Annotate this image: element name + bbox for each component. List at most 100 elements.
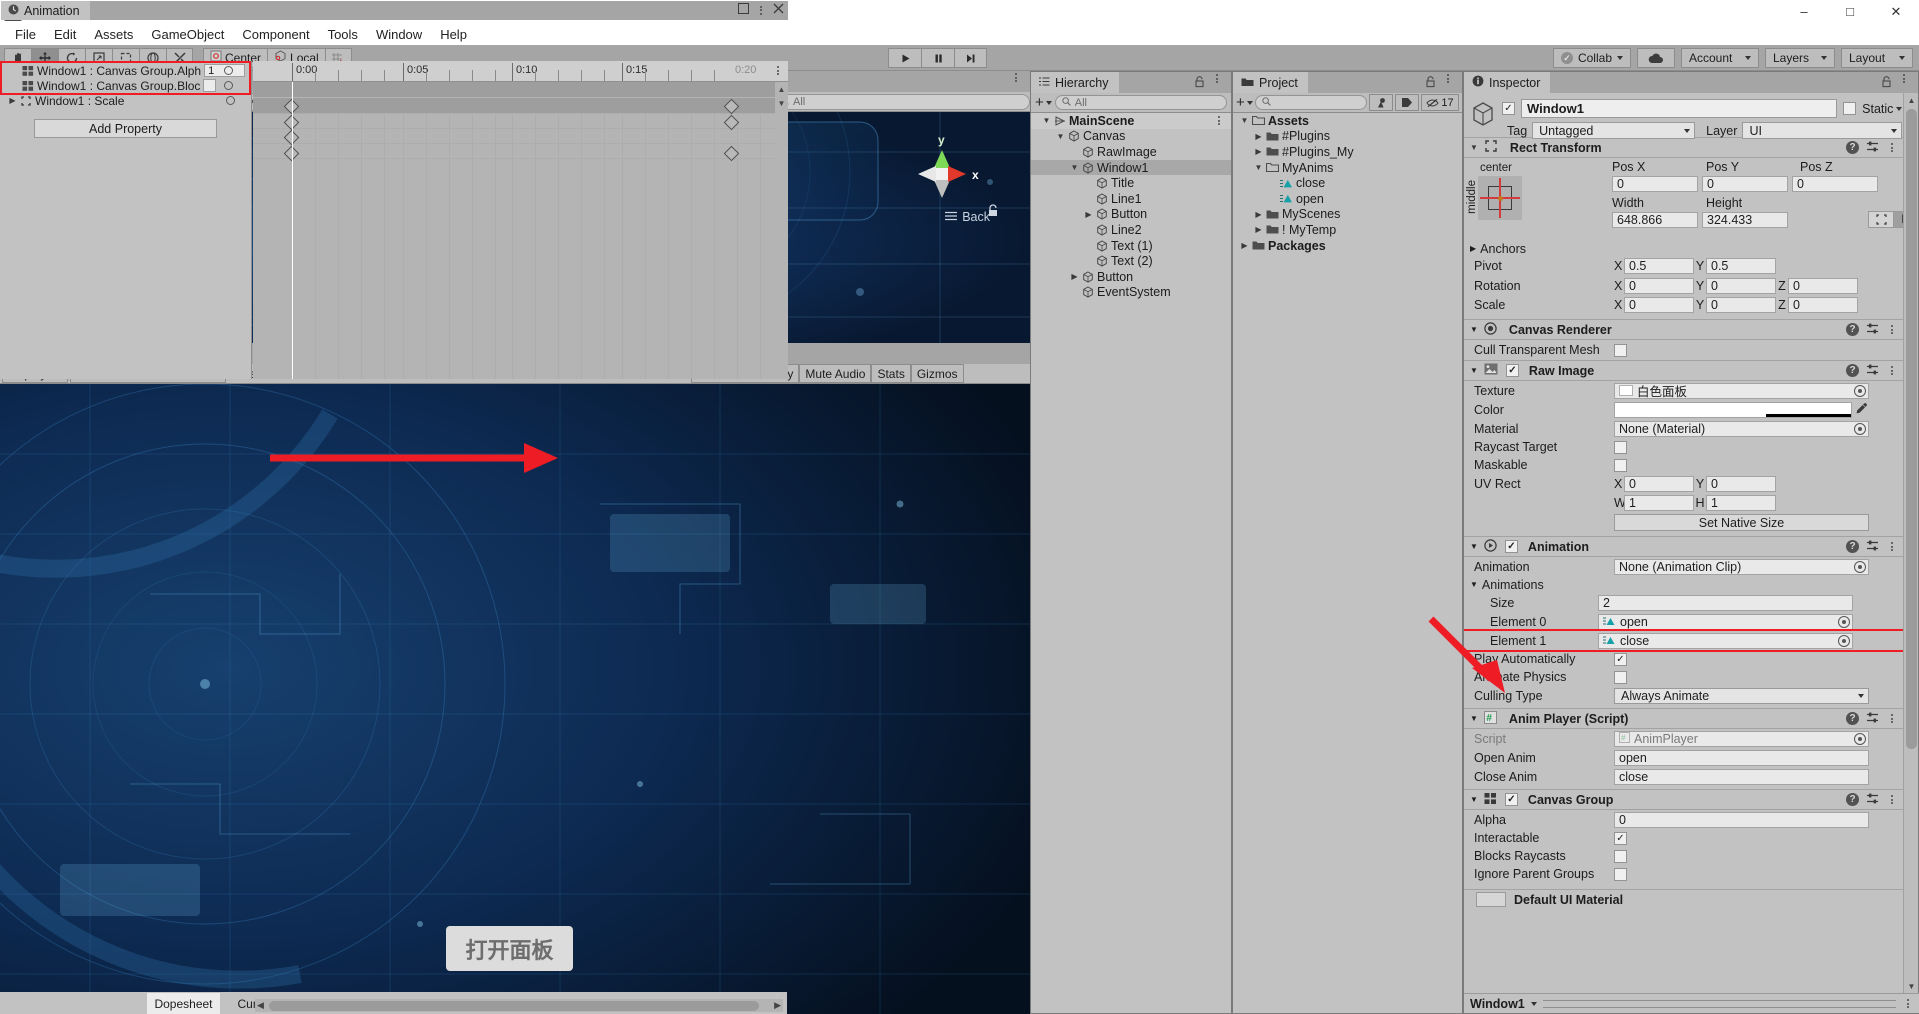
hierarchy-lock-icon[interactable] (1194, 76, 1205, 91)
culling-type-dropdown[interactable]: Always Animate (1614, 687, 1869, 704)
maximize-button[interactable]: □ (1827, 0, 1873, 23)
scene-search-input[interactable]: All (773, 93, 1030, 110)
foldout-arrow-icon[interactable]: ▶ (1070, 272, 1079, 281)
inspector-scrollbar-thumb[interactable] (1906, 109, 1917, 749)
animation-close-icon[interactable] (773, 3, 784, 17)
pos-y-input[interactable]: 0 (1702, 176, 1788, 192)
help-icon[interactable]: ? (1846, 364, 1859, 377)
help-icon[interactable]: ? (1846, 793, 1859, 806)
scale-y-input[interactable]: 0 (1706, 296, 1776, 313)
element-1-field[interactable]: close (1598, 632, 1853, 649)
object-picker-icon[interactable] (1838, 634, 1850, 647)
interactable-checkbox[interactable]: ✓ (1614, 831, 1627, 845)
pos-x-input[interactable]: 0 (1612, 176, 1698, 192)
project-add-button[interactable]: + (1236, 94, 1253, 111)
help-icon[interactable]: ? (1846, 540, 1859, 553)
set-native-size-button[interactable]: Set Native Size (1614, 514, 1869, 531)
animation-property-row-1[interactable]: Window1 : Canvas Group.Bloc (2, 78, 249, 93)
project-item-plugins-my[interactable]: ▶ #Plugins_My (1233, 144, 1462, 160)
anchor-preset-button[interactable] (1478, 176, 1522, 220)
preset-icon[interactable] (1866, 322, 1879, 338)
object-picker-icon[interactable] (1854, 384, 1866, 397)
add-property-button[interactable]: Add Property (34, 119, 217, 138)
object-picker-icon[interactable] (1838, 615, 1850, 628)
maskable-checkbox[interactable] (1614, 458, 1627, 472)
inspector-lock-icon[interactable] (1881, 76, 1892, 91)
uv-rect-w-input[interactable]: 1 (1624, 494, 1694, 511)
hierarchy-item-text-1[interactable]: Text (1) (1031, 238, 1231, 254)
animate-physics-checkbox[interactable] (1614, 670, 1627, 684)
pivot-y-input[interactable]: 0.5 (1706, 257, 1776, 274)
component-menu-icon[interactable] (1886, 325, 1898, 334)
project-search-input[interactable] (1254, 95, 1367, 110)
gameobject-active-checkbox[interactable]: ✓ (1502, 102, 1515, 115)
foldout-arrow-icon[interactable]: ▶ (1240, 241, 1249, 250)
animation-property-row-0[interactable]: Window1 : Canvas Group.Alph 1 (2, 63, 249, 78)
canvas-group-enabled-checkbox[interactable]: ✓ (1504, 793, 1518, 806)
animation-enabled-checkbox[interactable]: ✓ (1504, 540, 1518, 553)
project-item-assets[interactable]: ▼ Assets (1233, 113, 1462, 129)
play-automatically-checkbox[interactable]: ✓ (1614, 652, 1627, 666)
help-icon[interactable]: ? (1846, 141, 1859, 154)
component-header-anim-player[interactable]: ▼ # Anim Player (Script) ? (1464, 708, 1904, 729)
material-object-field[interactable]: None (Material) (1614, 420, 1869, 437)
project-lock-icon[interactable] (1425, 76, 1436, 91)
component-menu-icon[interactable] (1886, 714, 1898, 723)
foldout-arrow-icon[interactable]: ▶ (1254, 132, 1263, 141)
menu-component[interactable]: Component (233, 25, 318, 44)
menu-edit[interactable]: Edit (45, 25, 85, 44)
collab-button[interactable]: ✓ Collab (1552, 48, 1631, 68)
pos-z-input[interactable]: 0 (1792, 176, 1878, 192)
hierarchy-item-mainscene[interactable]: ▼ MainScene (1031, 113, 1231, 129)
project-hidden-count[interactable]: 17 (1421, 94, 1459, 111)
hierarchy-panel-menu[interactable] (1211, 74, 1223, 83)
foldout-arrow-icon[interactable]: ▼ (1470, 714, 1478, 723)
scale-x-input[interactable]: 0 (1624, 296, 1694, 313)
raw-image-enabled-checkbox[interactable]: ✓ (1505, 364, 1519, 377)
component-menu-icon[interactable] (1886, 143, 1898, 152)
hierarchy-item-line1[interactable]: Line1 (1031, 191, 1231, 207)
object-picker-icon[interactable] (1854, 732, 1866, 745)
preset-icon[interactable] (1866, 539, 1879, 555)
component-menu-icon[interactable] (1886, 542, 1898, 551)
hierarchy-item-rawimage[interactable]: RawImage (1031, 144, 1231, 160)
help-icon[interactable]: ? (1846, 323, 1859, 336)
open-panel-button[interactable]: 打开面板 (446, 926, 573, 971)
menu-window[interactable]: Window (367, 25, 431, 44)
project-panel-menu[interactable] (1442, 74, 1454, 83)
menu-help[interactable]: Help (431, 25, 476, 44)
tab-hierarchy[interactable]: Hierarchy (1031, 72, 1119, 93)
foldout-arrow-icon[interactable]: ▶ (1084, 210, 1093, 219)
hierarchy-item-eventsystem[interactable]: EventSystem (1031, 285, 1231, 301)
keyframe-toggle-icon[interactable] (226, 96, 235, 105)
eyedropper-icon[interactable] (1855, 402, 1868, 418)
preset-icon[interactable] (1866, 792, 1879, 808)
foldout-arrow-icon[interactable]: ▶ (1254, 225, 1263, 234)
timeline-playhead[interactable] (292, 82, 293, 379)
project-item-open[interactable]: open (1233, 191, 1462, 207)
height-input[interactable]: 324.433 (1702, 212, 1788, 228)
project-item-myscenes[interactable]: ▶ MyScenes (1233, 207, 1462, 223)
project-item-myanims[interactable]: ▼ MyAnims (1233, 160, 1462, 176)
component-header-canvas-renderer[interactable]: ▼ Canvas Renderer ? (1464, 319, 1904, 340)
foldout-arrow-icon[interactable]: ▶ (8, 96, 17, 105)
animation-maximize-icon[interactable] (738, 3, 749, 17)
animation-dopesheet-grid[interactable] (253, 82, 788, 379)
menu-gameobject[interactable]: GameObject (142, 25, 233, 44)
keyframe-toggle-icon[interactable] (224, 81, 233, 90)
animation-property-toggle[interactable] (203, 79, 217, 92)
animation-clip-field[interactable]: None (Animation Clip) (1614, 558, 1869, 575)
mute-audio-toggle[interactable]: Mute Audio (799, 364, 872, 383)
hierarchy-add-button[interactable]: + (1035, 94, 1052, 111)
blocks-raycasts-checkbox[interactable] (1614, 849, 1627, 863)
menu-tools[interactable]: Tools (319, 25, 367, 44)
menu-assets[interactable]: Assets (85, 25, 142, 44)
step-button[interactable] (954, 48, 987, 68)
project-item-close[interactable]: close (1233, 175, 1462, 191)
scroll-right-arrow-icon[interactable]: ▶ (774, 1000, 781, 1011)
static-dropdown[interactable]: Static (1862, 102, 1903, 116)
foldout-arrow-icon[interactable]: ▼ (1470, 795, 1478, 804)
pivot-x-input[interactable]: 0.5 (1624, 257, 1694, 274)
scale-z-input[interactable]: 0 (1788, 296, 1858, 313)
hierarchy-item-line2[interactable]: Line2 (1031, 222, 1231, 238)
